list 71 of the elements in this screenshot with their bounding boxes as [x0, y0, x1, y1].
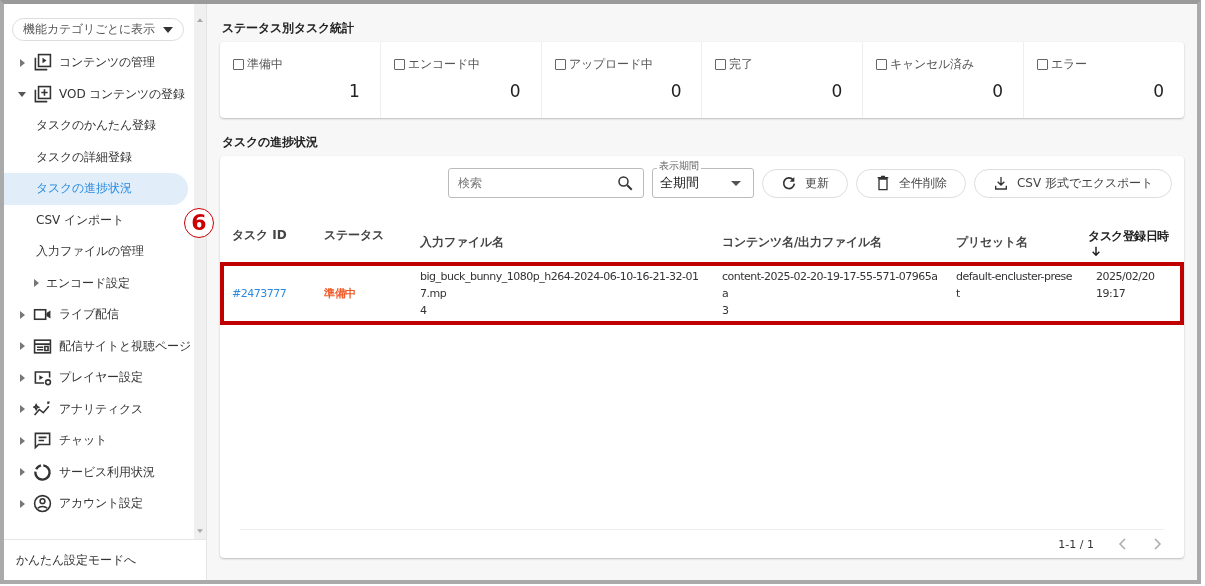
scrollbar[interactable] — [194, 4, 206, 539]
table-cell: content-2025-02-20-19-17-55-571-07965aa 3 — [710, 262, 944, 325]
nav-subitem[interactable]: エンコード設定 — [4, 267, 188, 299]
status-count: 0 — [509, 81, 521, 101]
search-field[interactable]: 検索 — [447, 168, 644, 198]
nav-item[interactable]: VOD コンテンツの登録 — [4, 78, 194, 110]
status-count: 1 — [349, 81, 360, 101]
nav-item[interactable]: コンテンツの管理 — [4, 47, 194, 79]
plus-stack-icon — [33, 84, 52, 104]
task-id-link[interactable]: #2473777 — [220, 262, 312, 325]
status-label: 準備中 — [247, 56, 283, 73]
ring-chart-icon — [33, 462, 52, 482]
status-count: 0 — [831, 81, 843, 101]
floating-label: 表示期間 — [656, 160, 701, 172]
download-icon — [992, 175, 1009, 191]
chat-icon — [33, 431, 52, 451]
nav-item[interactable]: プレイヤー設定 — [4, 362, 194, 394]
status-text: 準備中 — [312, 262, 408, 325]
toolbar-button[interactable]: CSV 形式でエクスポート — [973, 168, 1172, 198]
nav-item[interactable]: アカウント設定 — [4, 488, 194, 520]
column-header[interactable]: ステータス — [312, 208, 408, 262]
table-cell: big_buck_bunny_1080p_h264-2024-06-10-16-21-32-017.mp 4 — [408, 262, 710, 325]
chevron-left-icon — [1118, 538, 1127, 550]
section-title: ステータス別タスク統計 — [222, 20, 355, 37]
checkbox[interactable] — [715, 59, 727, 70]
column-header[interactable]: タスク ID — [220, 208, 312, 262]
status-count: 0 — [670, 81, 682, 101]
player-gear-icon — [33, 368, 52, 388]
web-page-icon — [33, 336, 52, 356]
toolbar-button[interactable]: 全件削除 — [855, 168, 966, 198]
view-dropdown[interactable]: 機能カテゴリごとに表示 — [12, 18, 184, 41]
caret-icon — [32, 279, 40, 288]
nav-subitem[interactable]: タスクの詳細登録 — [4, 141, 188, 173]
page-range: 1-1 / 1 — [1058, 537, 1094, 551]
caret-icon — [730, 180, 741, 186]
checkbox[interactable] — [393, 59, 405, 70]
status-label: 完了 — [729, 56, 754, 73]
status-label: エンコード中 — [407, 56, 480, 73]
refresh-icon — [780, 175, 797, 191]
checkbox[interactable] — [233, 59, 244, 70]
table-cell: default-encluster-prese t — [944, 262, 1084, 325]
section-title: タスクの進捗状況 — [222, 134, 319, 151]
play-stack-icon — [33, 53, 52, 73]
toolbar-button[interactable]: 更新 — [761, 168, 848, 198]
checkbox[interactable] — [1037, 59, 1049, 70]
column-header[interactable]: プリセット名 — [944, 208, 1084, 262]
status-count: 0 — [992, 81, 1004, 101]
account-icon — [33, 494, 52, 514]
nav-item[interactable]: アナリティクス — [4, 393, 194, 425]
nav-item[interactable]: 配信サイトと視聴ページ — [4, 330, 194, 362]
scroll-up-icon — [197, 18, 203, 22]
chevron-right-icon — [1153, 538, 1162, 550]
nav-subitem[interactable]: タスクのかんたん登録 — [4, 110, 188, 142]
column-header[interactable]: 入力ファイル名 — [408, 208, 710, 262]
status-count: 0 — [1153, 81, 1164, 101]
easy-mode-link[interactable]: かんたん設定モードへ — [16, 551, 136, 569]
status-label: キャンセル済み — [890, 56, 975, 73]
column-header[interactable]: タスク登録日時 — [1084, 208, 1184, 262]
search-icon — [615, 174, 634, 192]
checkbox[interactable] — [554, 59, 566, 70]
column-header[interactable]: コンテンツ名/出力ファイル名 — [710, 208, 944, 262]
nav-subitem[interactable]: 入力ファイルの管理 — [4, 236, 188, 268]
nav-item[interactable]: チャット — [4, 425, 194, 457]
caret-icon — [163, 26, 173, 33]
nav-item[interactable]: サービス利用状況 — [4, 456, 194, 488]
scroll-down-icon — [197, 529, 203, 533]
status-label: エラー — [1051, 56, 1088, 73]
nav-item[interactable]: ライブ配信 — [4, 299, 194, 331]
status-label: アップロード中 — [568, 56, 653, 73]
table-cell: 2025/02/20 19:17 — [1084, 262, 1184, 325]
checkbox[interactable] — [876, 59, 888, 70]
